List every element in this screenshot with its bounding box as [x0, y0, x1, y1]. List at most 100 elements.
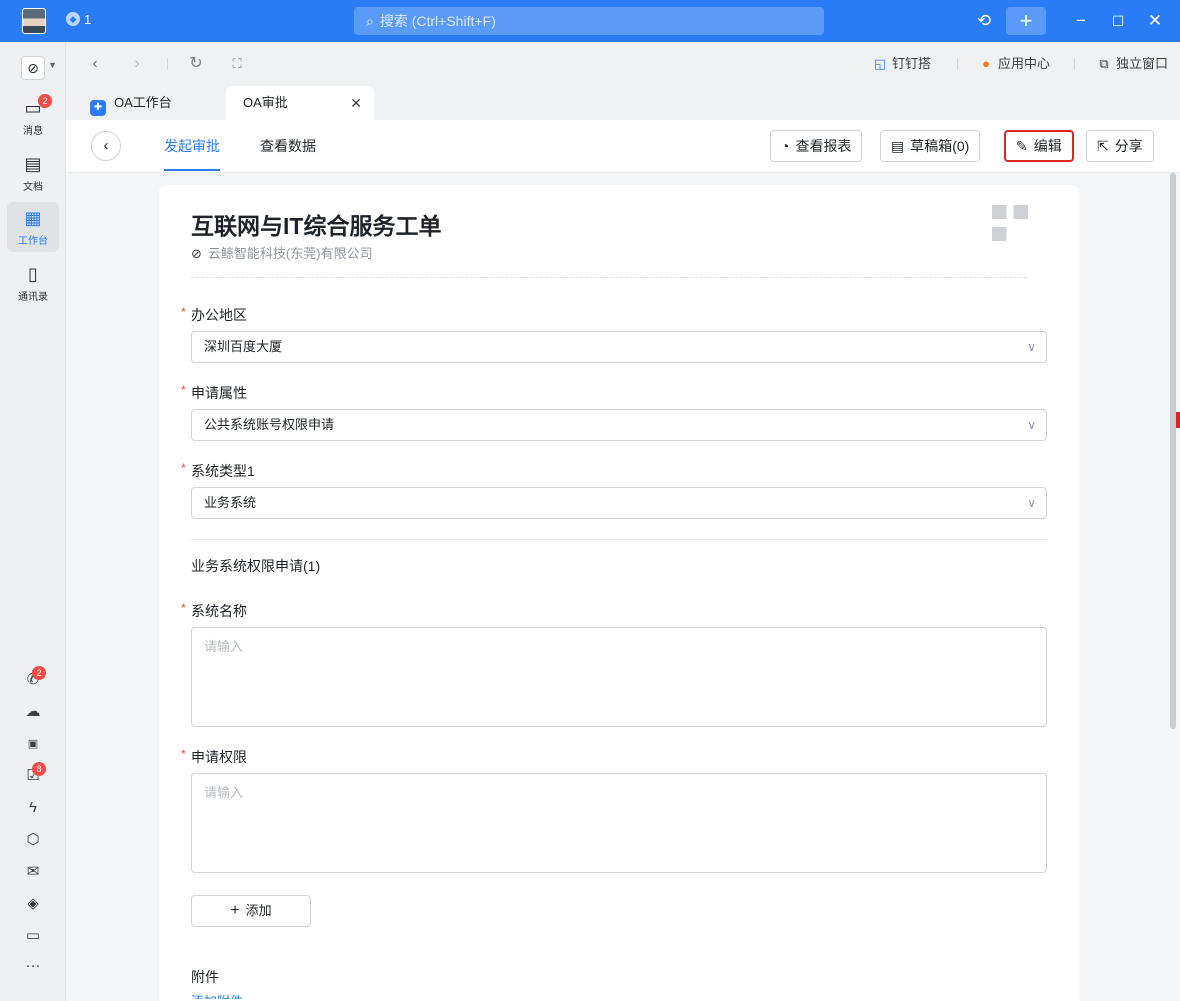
button-label: 添加 [245, 903, 272, 918]
form-card: 互联网与IT综合服务工单 ⊘ 云鲸智能科技(东莞)有限公司 * 办公地区 深圳百度大… [159, 185, 1079, 1001]
select-value: 深圳百度大厦 [204, 339, 283, 354]
dingda-link[interactable]: ◱ 钉钉搭 [872, 54, 931, 74]
link-label: 钉钉搭 [892, 56, 932, 71]
permission-input[interactable]: 请输入 [191, 773, 1047, 873]
button-label: 编辑 [1033, 138, 1062, 154]
nav-label: 消息 [23, 126, 43, 137]
button-label: 查看报表 [795, 138, 852, 154]
scrollbar[interactable] [1170, 173, 1176, 729]
link-label: 应用中心 [998, 56, 1051, 71]
lightning-icon[interactable]: ϟ [22, 797, 44, 819]
back-nav-icon[interactable]: ‹ [84, 53, 106, 75]
company-label: 云鲸智能科技(东莞)有限公司 [207, 246, 373, 261]
cube-icon[interactable]: ⬡ [22, 829, 44, 851]
sys-name-label: * 系统名称 [181, 601, 247, 619]
chevron-down-icon[interactable]: ▼ [48, 60, 57, 70]
search-input[interactable]: ⌕ 搜索 (Ctrl+Shift+F) [354, 7, 824, 35]
standalone-window-link[interactable]: ⧉ 独立窗口 [1096, 54, 1168, 74]
back-button[interactable]: ‹ [91, 131, 121, 161]
edit-button[interactable]: ✎ 编辑 [1004, 130, 1074, 162]
mail-icon[interactable]: ✉ [22, 861, 44, 883]
calls-badge: 2 [32, 666, 46, 680]
app-icon: ✚ [90, 100, 106, 116]
dingda-icon: ◱ [873, 56, 887, 71]
qr-code-icon[interactable] [992, 205, 1028, 241]
company-name: ⊘ 云鲸智能科技(东莞)有限公司 [191, 243, 373, 262]
link-label: 独立窗口 [1116, 56, 1169, 71]
maximize-icon[interactable]: ☐ [1107, 10, 1129, 32]
edge-marker [1176, 412, 1180, 428]
tab-oa-workbench[interactable]: ✚ OA工作台 [90, 86, 172, 120]
tab-start-approval[interactable]: 发起审批 [164, 136, 220, 156]
browser-bar: ‹ › ↻ ⛶ ◱ 钉钉搭 ● 应用中心 ⧉ 独立窗口 [66, 42, 1180, 86]
document-icon: ▤ [891, 138, 905, 154]
nav-contacts[interactable]: ▯ 通讯录 [7, 258, 59, 308]
content-header: ‹ 发起审批 查看数据 ◔ 查看报表 ▤ 草稿箱(0) ✎ 编辑 ⇱ 分享 [66, 120, 1180, 173]
forward-nav-icon[interactable]: › [126, 53, 148, 75]
apply-attr-select[interactable]: 公共系统账号权限申请 ∨ [191, 409, 1047, 441]
tab-label: OA审批 [243, 95, 288, 110]
select-value: 业务系统 [204, 495, 257, 510]
contacts-icon: ▯ [28, 264, 38, 284]
left-nav: ⊘ ▼ ▭ 消息 2 ▤ 文档 ▦ 工作台 ▯ 通讯录 ✆ 2 ☁ ▣ ☑ 8 … [0, 42, 66, 1001]
nav-label: 文档 [23, 182, 43, 193]
org-logo[interactable]: ⊘ [21, 56, 45, 80]
grid-icon: ▦ [24, 208, 42, 228]
content-area: ‹ 发起审批 查看数据 ◔ 查看报表 ▤ 草稿箱(0) ✎ 编辑 ⇱ 分享 互联网与IT… [66, 120, 1180, 1001]
button-label: 分享 [1114, 138, 1143, 154]
refresh-icon[interactable]: ↻ [185, 53, 207, 75]
drafts-button[interactable]: ▤ 草稿箱(0) [880, 130, 981, 162]
select-value: 公共系统账号权限申请 [204, 417, 335, 432]
pie-chart-icon: ◔ [781, 138, 790, 154]
sys-type-label: * 系统类型1 [181, 461, 255, 479]
add-attachment-link[interactable]: 添加附件 [191, 991, 243, 999]
dingtalk-icon[interactable]: ◈ [22, 893, 44, 915]
button-label: 草稿箱(0) [910, 138, 970, 154]
avatar[interactable] [22, 8, 46, 34]
sys-type-select[interactable]: 业务系统 ∨ [191, 487, 1047, 519]
fullscreen-icon[interactable]: ⛶ [226, 53, 248, 75]
view-report-button[interactable]: ◔ 查看报表 [770, 130, 863, 162]
plus-icon: + [230, 902, 240, 919]
chevron-down-icon: ∨ [1027, 496, 1036, 510]
chevron-down-icon: ∨ [1027, 340, 1036, 354]
pencil-icon: ✎ [1016, 138, 1028, 154]
nav-label: 通讯录 [18, 292, 48, 303]
permission-label: * 申请权限 [181, 747, 247, 765]
message-badge: 2 [38, 94, 52, 108]
office-select[interactable]: 深圳百度大厦 ∨ [191, 331, 1047, 363]
title-bar: ◆ 1 ⌕ 搜索 (Ctrl+Shift+F) ⟲ + − ☐ ✕ [0, 0, 1180, 42]
share-button[interactable]: ⇱ 分享 [1086, 130, 1154, 162]
folder-icon[interactable]: ▭ [22, 925, 44, 947]
sys-name-input[interactable]: 请输入 [191, 627, 1047, 727]
nav-messages[interactable]: ▭ 消息 2 [7, 92, 59, 142]
close-icon[interactable]: ✕ [350, 86, 362, 120]
history-icon[interactable]: ⟲ [973, 10, 995, 32]
apply-attr-label: * 申请属性 [181, 383, 247, 401]
tab-view-data[interactable]: 查看数据 [260, 136, 316, 156]
office-label: * 办公地区 [181, 305, 247, 323]
nav-label: 工作台 [18, 236, 48, 247]
create-button[interactable]: + [1006, 7, 1046, 35]
search-placeholder: 搜索 (Ctrl+Shift+F) [379, 13, 496, 29]
nav-workbench[interactable]: ▦ 工作台 [7, 202, 59, 252]
minimize-icon[interactable]: − [1070, 10, 1092, 32]
todo-badge: 8 [32, 762, 46, 776]
calendar-icon[interactable]: ▣ [22, 733, 44, 755]
add-button[interactable]: + 添加 [191, 895, 311, 927]
attachment-label: 附件 [191, 969, 219, 985]
more-icon[interactable]: ··· [22, 955, 44, 977]
nav-docs[interactable]: ▤ 文档 [7, 148, 59, 198]
share-icon: ⇱ [1097, 138, 1109, 154]
app-center-link[interactable]: ● 应用中心 [978, 54, 1050, 74]
search-icon: ⌕ [366, 13, 374, 29]
tab-bar: ✚ OA工作台 OA审批 ✕ [66, 86, 1180, 120]
active-tab-indicator [164, 169, 220, 171]
divider [191, 277, 1027, 278]
section-title: 业务系统权限申请(1) [191, 558, 321, 574]
window-icon: ⧉ [1099, 56, 1109, 71]
shield-icon[interactable]: ◆ [66, 12, 80, 26]
close-window-icon[interactable]: ✕ [1144, 10, 1166, 32]
cloud-icon[interactable]: ☁ [22, 701, 44, 723]
tab-oa-approval[interactable]: OA审批 ✕ [226, 86, 374, 120]
